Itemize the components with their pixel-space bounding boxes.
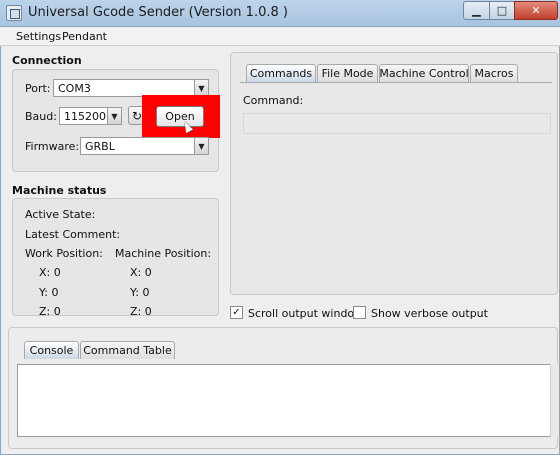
- work-x: X: 0: [39, 266, 61, 279]
- verbose-output-checkbox[interactable]: [353, 306, 366, 319]
- baud-label: Baud:: [25, 110, 57, 123]
- tab-commands[interactable]: Commands: [246, 64, 316, 82]
- scroll-output-label: Scroll output window: [248, 307, 364, 320]
- open-button[interactable]: Open: [156, 106, 204, 127]
- minimize-button[interactable]: ▁: [463, 1, 490, 20]
- machine-status-title: Machine status: [12, 184, 107, 197]
- tab-command-table[interactable]: Command Table: [80, 341, 175, 359]
- firmware-value: GRBL: [85, 140, 115, 153]
- command-panel: [230, 52, 558, 295]
- machine-x: X: 0: [130, 266, 152, 279]
- machine-y: Y: 0: [130, 286, 150, 299]
- baud-value: 115200: [64, 110, 106, 123]
- tab-divider: [240, 82, 552, 83]
- menu-pendant[interactable]: Pendant: [62, 30, 107, 43]
- app-icon: [6, 5, 22, 21]
- window-title: Universal Gcode Sender (Version 1.0.8 ): [28, 5, 288, 20]
- title-bar: Universal Gcode Sender (Version 1.0.8 ) …: [0, 0, 560, 27]
- command-input[interactable]: [243, 113, 551, 134]
- close-button[interactable]: ✕: [514, 1, 558, 20]
- tab-machine-control[interactable]: Machine Control: [379, 64, 469, 82]
- work-y: Y: 0: [39, 286, 59, 299]
- machine-position-label: Machine Position:: [115, 247, 212, 260]
- command-label: Command:: [243, 94, 304, 107]
- machine-z: Z: 0: [130, 305, 152, 318]
- chevron-down-icon[interactable]: ▼: [194, 138, 208, 154]
- work-z: Z: 0: [39, 305, 61, 318]
- chevron-down-icon[interactable]: ▼: [107, 108, 121, 124]
- verbose-output-label: Show verbose output: [371, 307, 488, 320]
- console-output[interactable]: [17, 364, 551, 437]
- menu-settings[interactable]: Settings: [16, 30, 61, 43]
- work-position-label: Work Position:: [25, 247, 103, 260]
- menu-bar: Settings Pendant: [0, 27, 560, 46]
- firmware-label: Firmware:: [25, 140, 80, 153]
- tab-file-mode[interactable]: File Mode: [317, 64, 378, 82]
- port-label: Port:: [25, 82, 51, 95]
- maximize-button[interactable]: □: [489, 1, 515, 20]
- tab-macros[interactable]: Macros: [470, 64, 518, 82]
- port-value: COM3: [58, 82, 91, 95]
- scroll-output-checkbox[interactable]: ✓: [230, 306, 243, 319]
- console-scrollbar[interactable]: [550, 364, 559, 437]
- active-state-label: Active State:: [25, 208, 96, 221]
- firmware-select[interactable]: GRBL ▼: [80, 137, 209, 155]
- latest-comment-label: Latest Comment:: [25, 228, 121, 241]
- chevron-down-icon[interactable]: ▼: [194, 80, 208, 96]
- tab-console[interactable]: Console: [24, 341, 79, 359]
- baud-select[interactable]: 115200 ▼: [59, 107, 122, 125]
- connection-title: Connection: [12, 54, 82, 67]
